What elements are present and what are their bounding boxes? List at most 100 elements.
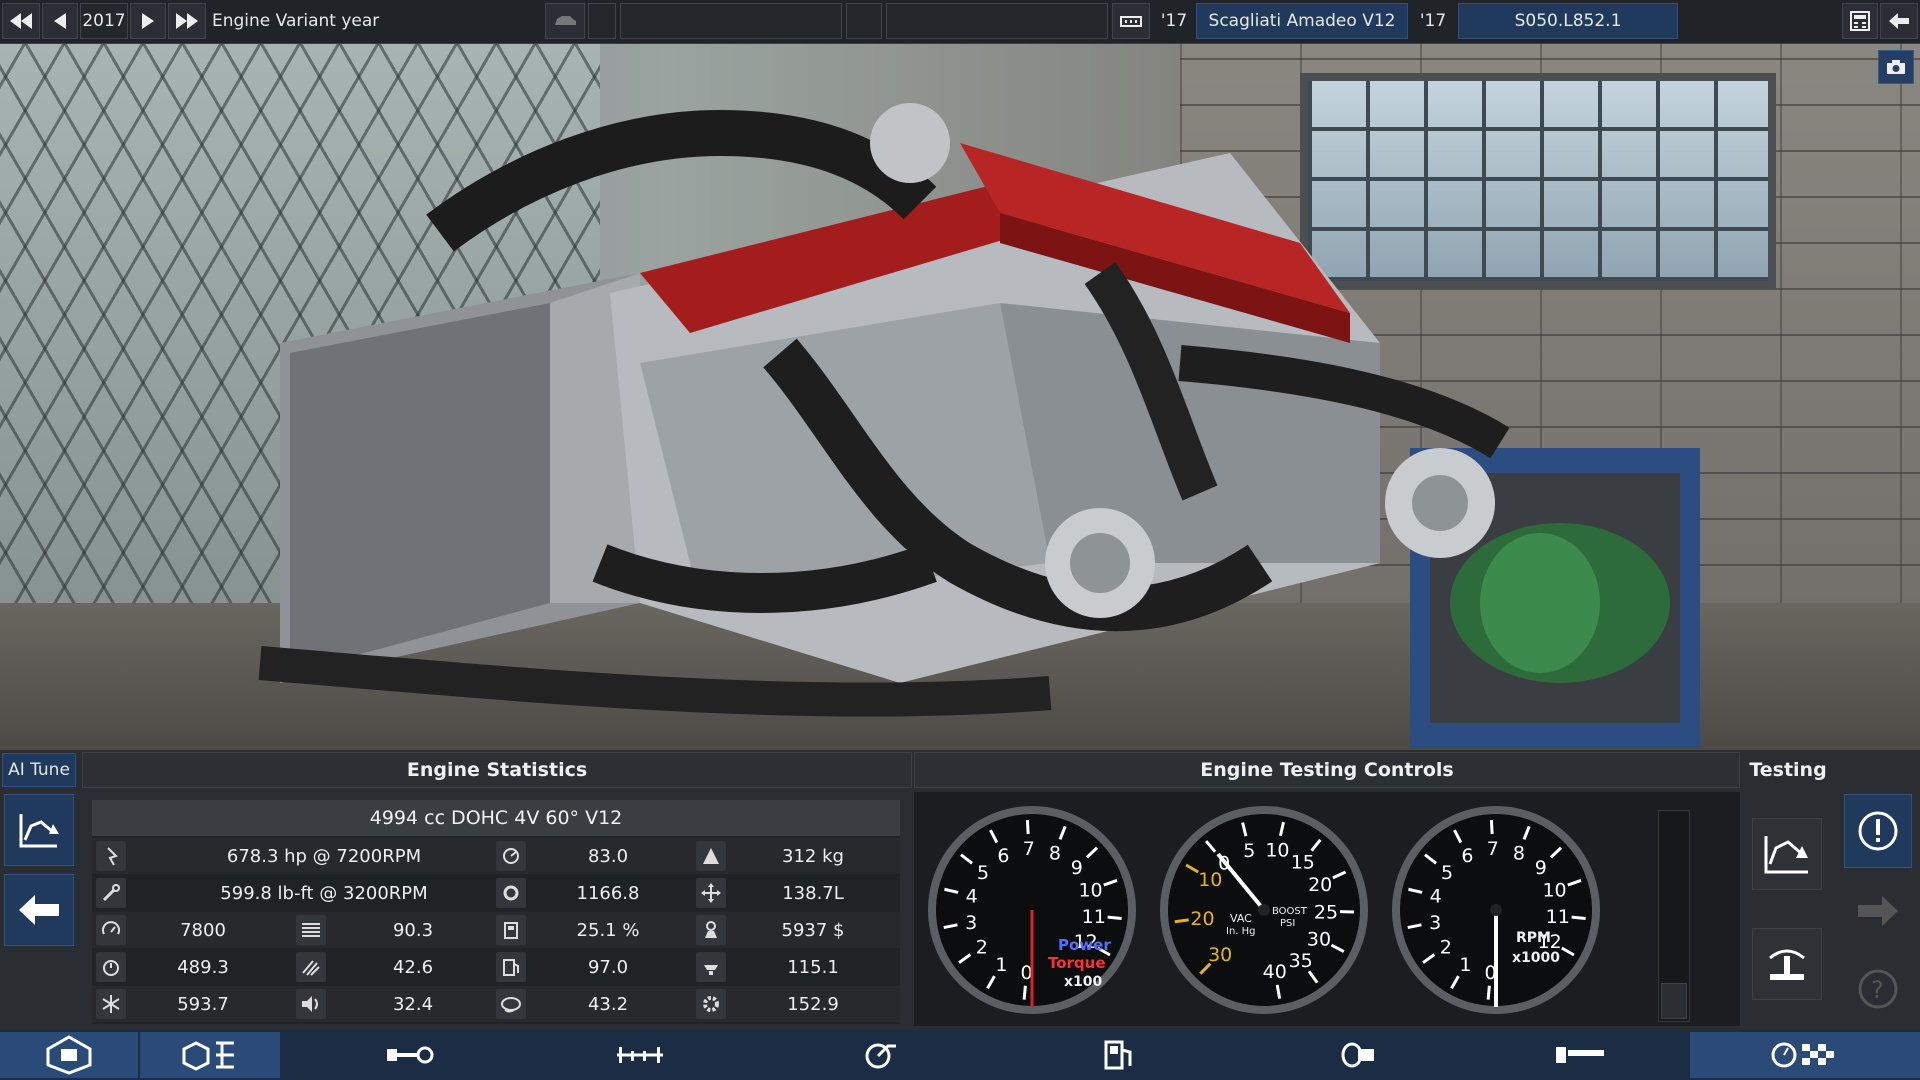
rpm-gauge: 0123456 7 89101112 RPM x1000 (1392, 806, 1600, 1014)
ai-tune-button[interactable]: AI Tune (2, 753, 76, 787)
stat-engineering-time: 1166.8 (576, 882, 640, 904)
warning-button[interactable] (1844, 794, 1912, 868)
next-year-button[interactable] (130, 3, 166, 39)
stats-row: 7800 90.3 25.1 % 5937 $ (92, 912, 900, 948)
dyno-tick (1025, 820, 1030, 835)
rpm-tick (1571, 915, 1586, 920)
rpm-tick-label: 2 (1440, 936, 1452, 958)
reliability-icon (696, 989, 726, 1019)
dyno-graph-button[interactable] (4, 794, 74, 866)
rpm-tick-label: 5 (1441, 862, 1453, 884)
engine-description: 4994 cc DOHC 4V 60° V12 (92, 800, 900, 836)
weight-icon (696, 841, 726, 871)
engineering-icon (496, 878, 526, 908)
throttle-slider[interactable] (1658, 810, 1690, 1022)
engine-testing-controls-header: Engine Testing Controls (914, 752, 1740, 788)
first-year-button[interactable] (2, 3, 40, 39)
throttle-slider-thumb[interactable] (1661, 983, 1687, 1019)
car-icon (555, 16, 576, 25)
graph-icon (19, 814, 59, 848)
rpm-tick-label: 9 (1535, 857, 1547, 879)
nav-bottom-end[interactable] (300, 1032, 520, 1078)
nav-variant[interactable] (140, 1032, 280, 1078)
stat-size: 138.7L (782, 882, 844, 904)
skip-forward-icon (176, 13, 198, 29)
variant-year-short: '17 (1419, 11, 1447, 31)
boost-tick-label: 25 (1314, 901, 1338, 923)
variant-year-label: Engine Variant year (212, 11, 380, 31)
torque-wrench-icon (96, 878, 126, 908)
boost-tick-label: 30 (1307, 929, 1331, 951)
engine-family-icon (46, 1035, 92, 1075)
engine-testing-gauges: 0 1 2 3 4 5 6 7 8 9 10 11 12 Power Torque x100 10 20 3… (914, 792, 1740, 1026)
engine-viewport[interactable] (0, 43, 1920, 750)
car-button[interactable] (545, 3, 585, 39)
top-bar-slot (886, 3, 1108, 39)
loudness-icon (296, 989, 326, 1019)
stat-emissions: 43.2 (587, 993, 629, 1015)
back-arrow-button[interactable] (4, 874, 74, 946)
crankshaft-icon (387, 1046, 434, 1064)
turbo-icon (865, 1043, 896, 1069)
stats-row: 593.7 32.4 43.2 152.9 (92, 986, 900, 1022)
top-bar-slot (620, 3, 842, 39)
stat-octane: 97.0 (587, 956, 629, 978)
emissions-icon (496, 989, 526, 1019)
fuel-pump-icon (496, 952, 526, 982)
nav-test[interactable] (1690, 1032, 1920, 1078)
arrow-right-icon (142, 13, 154, 29)
arrow-left-icon (19, 895, 59, 925)
arrow-left-icon (54, 13, 66, 29)
top-bar-slot (846, 3, 882, 39)
dyno-tick-label: 7 (1023, 838, 1035, 860)
nav-testing-summary[interactable] (1480, 1032, 1680, 1078)
stats-row: 599.8 lb-ft @ 3200RPM 1166.8 138.7L (92, 875, 900, 911)
last-year-button[interactable] (168, 3, 206, 39)
rpm-gauge-icon (96, 915, 126, 945)
dyno-scale-label: x100 (1064, 974, 1103, 990)
rpm-tick (1486, 985, 1491, 1000)
engine-family-name[interactable]: Scagliati Amadeo V12 (1196, 3, 1408, 39)
rpm-tick-label: 1 (1459, 954, 1471, 976)
calculator-button[interactable] (1842, 3, 1878, 39)
svg-text:?: ? (1871, 976, 1884, 1004)
engine-statistics-header: Engine Statistics (82, 752, 912, 788)
test-bench-button[interactable] (1752, 928, 1822, 1000)
back-button[interactable] (1880, 3, 1918, 39)
boost-tick-label: 10 (1265, 839, 1289, 861)
cost-icon (696, 915, 726, 945)
dyno-tick-label: 11 (1082, 906, 1106, 928)
vacuum-tick-label: 20 (1190, 908, 1214, 930)
next-arrow-button[interactable] (1844, 874, 1912, 948)
engine-year-short: '17 (1160, 11, 1188, 31)
nav-top-end[interactable] (520, 1032, 760, 1078)
nav-aspiration[interactable] (760, 1032, 1000, 1078)
engine-select-button[interactable] (1112, 3, 1150, 39)
stat-torque: 599.8 lb-ft @ 3200RPM (220, 882, 428, 904)
dyno-curve-button[interactable] (1752, 818, 1822, 890)
screenshot-button[interactable] (1878, 50, 1914, 84)
rpm-tick-label: 4 (1430, 886, 1442, 908)
dyno-tick (1107, 915, 1122, 920)
arrow-back-icon (1889, 13, 1909, 29)
engine-variant-code[interactable]: S050.L852.1 (1458, 3, 1678, 39)
dyno-tick-label: 1 (995, 954, 1007, 976)
dyno-tick-label: 9 (1071, 857, 1083, 879)
engine-model (258, 103, 1700, 748)
fuel-efficiency-icon (496, 915, 526, 945)
prev-year-button[interactable] (42, 3, 78, 39)
rpm-tick-label: 8 (1513, 842, 1525, 864)
stat-weight: 312 kg (782, 845, 844, 867)
nav-family[interactable] (0, 1032, 138, 1078)
muffler-icon (1556, 1047, 1604, 1063)
rpm-tick (1489, 820, 1494, 835)
engine-block-icon (1120, 16, 1142, 27)
smoothness-icon (296, 952, 326, 982)
stat-max-rpm: 7800 (180, 919, 226, 941)
psi-label: PSI (1280, 918, 1295, 929)
nav-fuel[interactable] (1000, 1032, 1240, 1078)
stat-cost: 5937 $ (781, 919, 845, 941)
rpm-label: RPM (1516, 930, 1551, 946)
help-button[interactable]: ? (1844, 952, 1912, 1026)
nav-exhaust[interactable] (1240, 1032, 1480, 1078)
